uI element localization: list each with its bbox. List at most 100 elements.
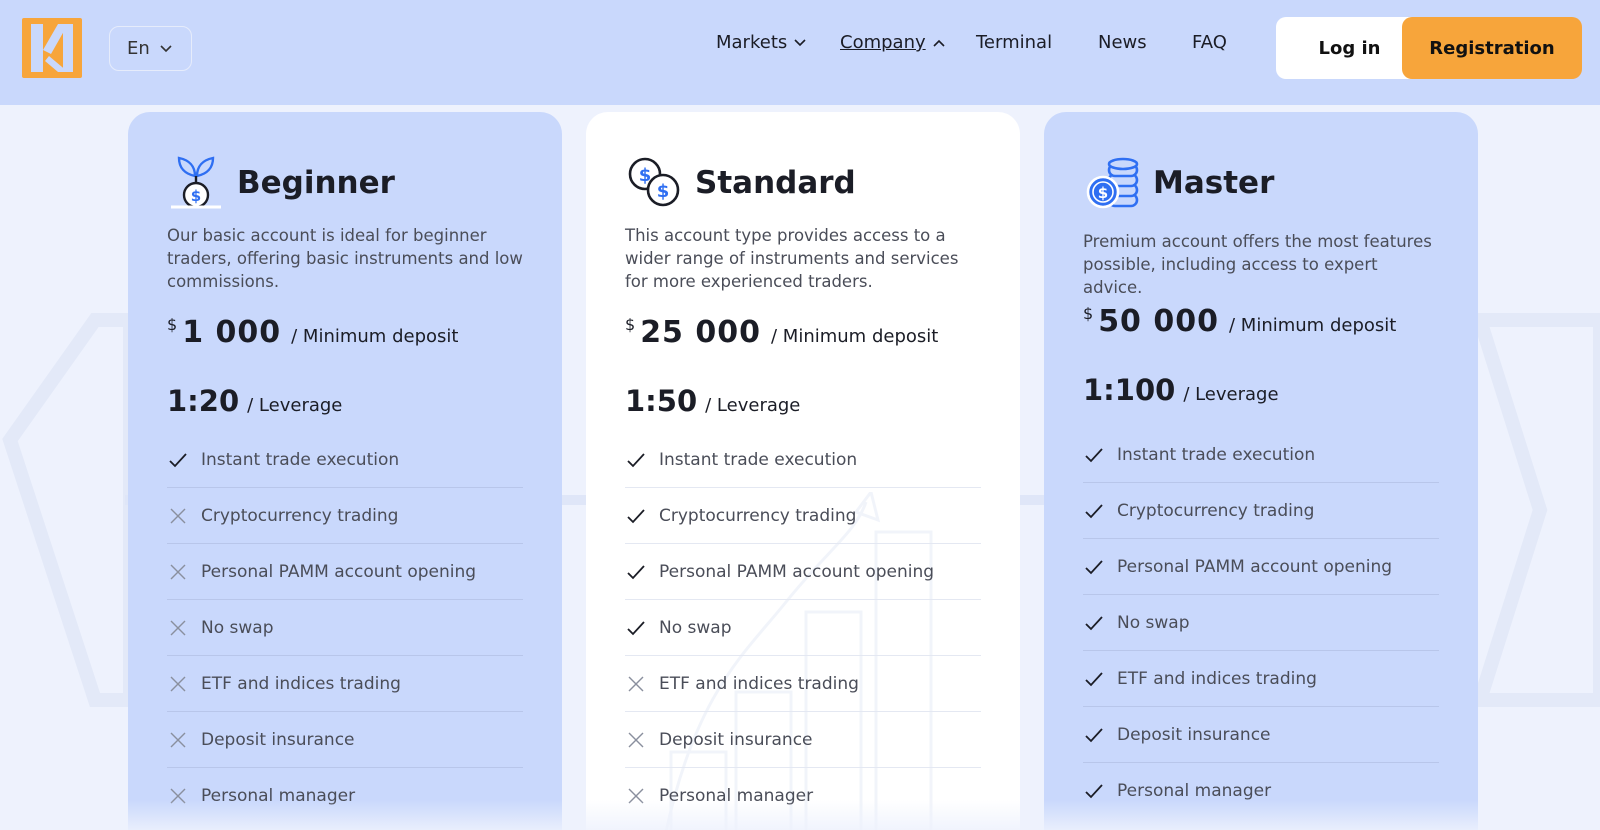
- check-icon: [625, 561, 647, 583]
- deposit-amount: 25 000: [640, 315, 762, 350]
- plan-header: $ Beginner: [167, 154, 395, 212]
- feature-item: Personal manager: [1083, 763, 1439, 819]
- plan-leverage: 1:50 / Leverage: [625, 384, 800, 418]
- nav-label: News: [1098, 32, 1147, 53]
- svg-text:$: $: [1098, 184, 1108, 202]
- check-icon: [1083, 444, 1105, 466]
- cross-icon: [167, 729, 189, 751]
- feature-label: Personal manager: [659, 786, 814, 806]
- nav-item-news[interactable]: News: [1098, 32, 1147, 53]
- two-coins-icon: $ $: [628, 157, 680, 207]
- leverage-label: / Leverage: [247, 395, 343, 416]
- plan-description: Premium account offers the most features…: [1083, 232, 1432, 297]
- language-label: En: [127, 38, 150, 59]
- plan-header: $ Master: [1083, 154, 1274, 212]
- language-selector[interactable]: En: [109, 26, 192, 71]
- feature-label: Personal manager: [1117, 781, 1272, 801]
- feature-list: Instant trade execution Cryptocurrency tr…: [167, 432, 523, 824]
- feature-item: Deposit insurance: [167, 712, 523, 768]
- chevron-down-icon: [160, 44, 172, 52]
- check-icon: [167, 449, 189, 471]
- feature-item: Personal manager: [167, 768, 523, 824]
- cross-icon: [167, 617, 189, 639]
- plan-card-standard: $ $ Standard This account type provides …: [586, 112, 1020, 830]
- plan-card-beginner: $ Beginner Our basic account is ideal fo…: [128, 112, 562, 830]
- plan-leverage: 1:100 / Leverage: [1083, 373, 1279, 407]
- leverage-label: / Leverage: [705, 395, 801, 416]
- leverage-label: / Leverage: [1183, 384, 1279, 405]
- chevron-up-icon: [933, 39, 945, 47]
- feature-item: Cryptocurrency trading: [167, 488, 523, 544]
- brand-logo[interactable]: [22, 18, 82, 78]
- plan-title: Master: [1153, 165, 1275, 201]
- plan-description: This account type provides access to a w…: [625, 226, 959, 291]
- feature-label: Cryptocurrency trading: [659, 505, 857, 526]
- chevron-down-icon: [794, 38, 806, 46]
- feature-label: ETF and indices trading: [1117, 668, 1317, 689]
- plan-title: Beginner: [237, 165, 395, 201]
- feature-label: Personal PAMM account opening: [201, 561, 477, 582]
- feature-item: No swap: [625, 600, 981, 656]
- cross-icon: [625, 729, 647, 751]
- feature-item: Instant trade execution: [167, 432, 523, 488]
- feature-label: Cryptocurrency trading: [201, 505, 399, 526]
- registration-button[interactable]: Registration: [1402, 17, 1582, 79]
- feature-list: Instant trade execution Cryptocurrency tr…: [625, 432, 981, 824]
- feature-item: Cryptocurrency trading: [1083, 483, 1439, 539]
- plan-deposit: $ 25 000 / Minimum deposit: [625, 315, 938, 350]
- nav-label: FAQ: [1192, 32, 1227, 53]
- currency-symbol: $: [625, 315, 636, 334]
- cross-icon: [167, 561, 189, 583]
- login-button[interactable]: Log in: [1276, 17, 1423, 79]
- svg-text:$: $: [191, 187, 201, 205]
- deposit-label: / Minimum deposit: [771, 326, 939, 347]
- feature-item: No swap: [167, 600, 523, 656]
- check-icon: [1083, 724, 1105, 746]
- feature-item: ETF and indices trading: [625, 656, 981, 712]
- svg-text:$: $: [657, 181, 670, 202]
- nav-item-markets[interactable]: Markets: [716, 32, 806, 53]
- feature-item: Personal PAMM account opening: [167, 544, 523, 600]
- plan-leverage: 1:20 / Leverage: [167, 384, 342, 418]
- cross-icon: [167, 785, 189, 807]
- feature-label: Personal PAMM account opening: [659, 561, 935, 582]
- feature-label: Instant trade execution: [659, 449, 858, 470]
- nav-label: Markets: [716, 32, 788, 53]
- deposit-label: / Minimum deposit: [1229, 315, 1397, 336]
- leverage-value: 1:50: [625, 384, 698, 418]
- feature-item: Deposit insurance: [625, 712, 981, 768]
- feature-item: Instant trade execution: [625, 432, 981, 488]
- feature-item: No swap: [1083, 595, 1439, 651]
- feature-label: ETF and indices trading: [201, 673, 401, 694]
- plan-description: Our basic account is ideal for beginner …: [167, 226, 523, 291]
- check-icon: [1083, 556, 1105, 578]
- feature-label: Instant trade execution: [1117, 444, 1316, 465]
- cross-icon: [625, 785, 647, 807]
- plan-deposit: $ 50 000 / Minimum deposit: [1083, 304, 1396, 339]
- nav-item-faq[interactable]: FAQ: [1192, 32, 1227, 53]
- plan-title: Standard: [695, 165, 856, 201]
- nav-item-company[interactable]: Company: [840, 32, 945, 53]
- feature-label: No swap: [201, 617, 274, 638]
- leverage-value: 1:20: [167, 384, 240, 418]
- check-icon: [1083, 780, 1105, 802]
- feature-item: Deposit insurance: [1083, 707, 1439, 763]
- feature-label: Personal manager: [201, 786, 356, 806]
- feature-item: ETF and indices trading: [1083, 651, 1439, 707]
- deposit-label: / Minimum deposit: [291, 326, 459, 347]
- feature-label: ETF and indices trading: [659, 673, 859, 694]
- feature-label: Deposit insurance: [659, 729, 813, 750]
- feature-label: Instant trade execution: [201, 449, 400, 470]
- plant-coin-icon: $: [171, 156, 221, 209]
- feature-item: ETF and indices trading: [167, 656, 523, 712]
- feature-label: Deposit insurance: [201, 729, 355, 750]
- deposit-amount: 50 000: [1098, 304, 1220, 339]
- feature-label: No swap: [1117, 612, 1190, 633]
- cross-icon: [167, 673, 189, 695]
- feature-item: Cryptocurrency trading: [625, 488, 981, 544]
- top-header: En Markets Company Terminal News FAQ Log…: [0, 0, 1600, 105]
- nav-item-terminal[interactable]: Terminal: [976, 32, 1052, 53]
- feature-label: No swap: [659, 617, 732, 638]
- plan-card-master: $ Master Premium account offers the most…: [1044, 112, 1478, 830]
- check-icon: [625, 617, 647, 639]
